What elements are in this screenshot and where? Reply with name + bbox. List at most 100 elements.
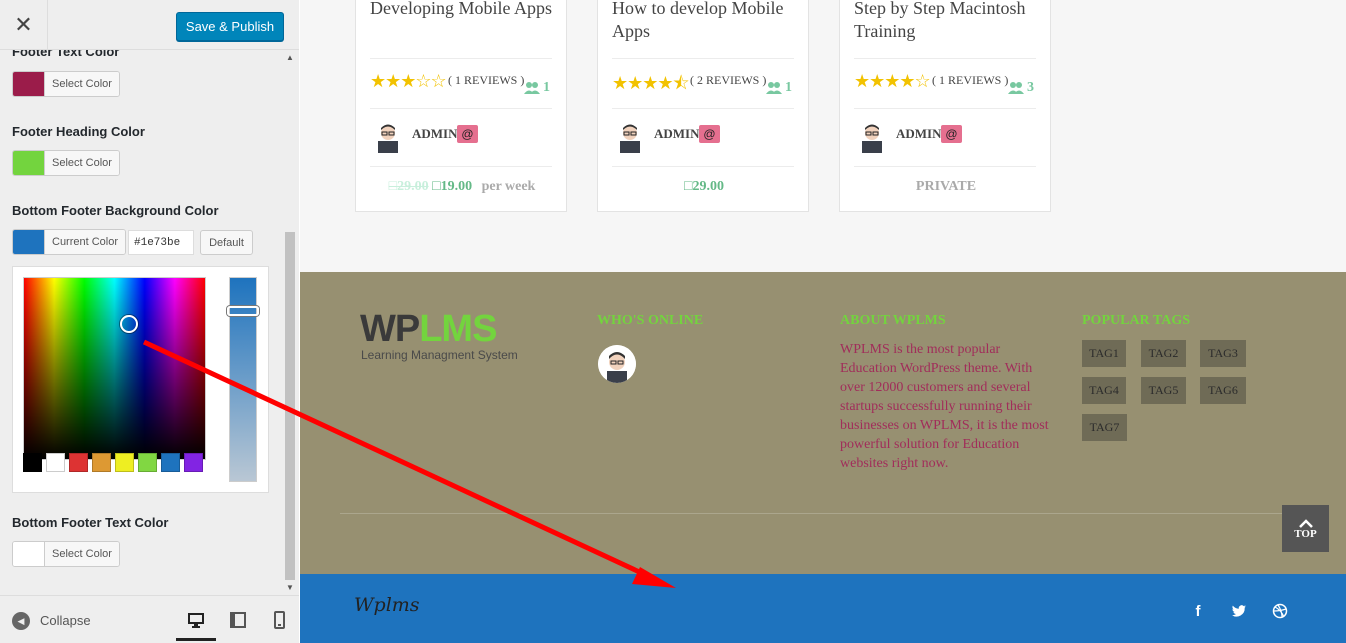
course-price: □29.00 (598, 179, 810, 195)
footer-divider (340, 513, 1306, 514)
default-color-button[interactable]: Default (200, 230, 253, 255)
mobile-icon[interactable] (270, 611, 288, 629)
hue-slider[interactable] (227, 277, 259, 482)
footer-logo[interactable]: WPLMS (360, 308, 497, 351)
tag-link[interactable]: TAG7 (1082, 414, 1127, 441)
course-price: PRIVATE (840, 179, 1052, 195)
divider (370, 166, 552, 167)
site-preview: Developing Mobile Apps ★★★☆☆ ( 1 REVIEWS… (300, 0, 1346, 643)
footer-heading-color-button[interactable]: Select Color (12, 150, 120, 176)
author-badge-icon: @ (457, 125, 478, 143)
palette-swatch-green[interactable] (138, 453, 157, 472)
tag-link[interactable]: TAG1 (1082, 340, 1126, 367)
author-name[interactable]: ADMIN (896, 126, 942, 142)
facebook-icon[interactable]: f (1190, 603, 1206, 620)
customizer-header: ✕ Save & Publish (0, 0, 299, 50)
users-icon (524, 82, 540, 94)
bottom-footer-text-color-swatch (13, 542, 44, 566)
color-picker (12, 266, 269, 493)
original-price: 29.00 (397, 179, 429, 194)
bottom-footer-text-color-label: Bottom Footer Text Color (12, 515, 169, 530)
author-name[interactable]: ADMIN (412, 126, 458, 142)
author-badge-icon: @ (699, 125, 720, 143)
author-avatar[interactable] (374, 121, 402, 153)
palette-swatch-purple[interactable] (184, 453, 203, 472)
divider (370, 58, 552, 59)
twitter-icon[interactable] (1231, 603, 1247, 619)
tag-link[interactable]: TAG3 (1200, 340, 1246, 367)
author-avatar[interactable] (858, 121, 886, 153)
saturation-handle[interactable] (120, 315, 138, 333)
palette-swatch-orange[interactable] (92, 453, 111, 472)
bottom-footer-bg-color-label: Bottom Footer Background Color (12, 203, 219, 218)
course-card[interactable]: Developing Mobile Apps ★★★☆☆ ( 1 REVIEWS… (355, 0, 567, 212)
course-card[interactable]: How to develop Mobile Apps ★★★★⯪ ( 2 REV… (597, 0, 809, 212)
tag-link[interactable]: TAG5 (1141, 377, 1186, 404)
tag-link[interactable]: TAG4 (1082, 377, 1126, 404)
scroll-down-icon[interactable]: ▼ (286, 583, 294, 592)
footer-heading-color-label: Footer Heading Color (12, 124, 145, 139)
sidebar-scrollbar[interactable]: ▲ ▼ (283, 50, 299, 595)
hex-color-input[interactable] (128, 230, 194, 255)
bottom-footer-bg-color-swatch (13, 230, 44, 254)
course-title[interactable]: Developing Mobile Apps (370, 0, 560, 20)
tag-link[interactable]: TAG2 (1141, 340, 1186, 367)
scrollbar-thumb[interactable] (285, 232, 295, 580)
collapse-label[interactable]: Collapse (40, 613, 91, 628)
students-number: 1 (785, 80, 792, 95)
whos-online-title: WHO'S ONLINE (597, 313, 704, 328)
logo-lms-text: LMS (419, 308, 497, 350)
sale-price: 19.00 (440, 179, 473, 194)
dribbble-icon[interactable] (1272, 603, 1288, 619)
close-customizer-button[interactable]: ✕ (0, 0, 48, 50)
select-color-label: Select Color (44, 151, 119, 175)
popular-tags-title: POPULAR TAGS (1082, 313, 1190, 328)
divider (854, 58, 1036, 59)
author-avatar[interactable] (616, 121, 644, 153)
users-icon (766, 82, 782, 94)
bottom-footer: Wplms f (300, 574, 1346, 643)
price-period: per week (481, 179, 536, 194)
course-title[interactable]: Step by Step Macintosh Training (854, 0, 1044, 43)
course-card[interactable]: Step by Step Macintosh Training ★★★★☆ ( … (839, 0, 1051, 212)
chevron-up-icon (1298, 518, 1313, 528)
footer-text-color-button[interactable]: Select Color (12, 71, 120, 97)
palette-swatch-white[interactable] (46, 453, 65, 472)
palette-swatch-black[interactable] (23, 453, 42, 472)
course-title[interactable]: How to develop Mobile Apps (612, 0, 802, 43)
select-color-label: Select Color (44, 72, 119, 96)
scroll-up-icon[interactable]: ▲ (286, 53, 294, 62)
collapse-icon[interactable]: ◀ (12, 612, 30, 630)
select-color-label: Select Color (44, 542, 119, 566)
saturation-area[interactable] (23, 277, 206, 460)
bottom-footer-logo[interactable]: Wplms (354, 594, 420, 616)
palette-swatch-blue[interactable] (161, 453, 180, 472)
students-count: 1 (524, 80, 550, 96)
footer-text-color-label: Footer Text Color (12, 50, 120, 59)
back-to-top-button[interactable]: TOP (1282, 505, 1329, 552)
top-label: TOP (1294, 527, 1317, 540)
palette-swatch-red[interactable] (69, 453, 88, 472)
bottom-footer-text-color-button[interactable]: Select Color (12, 541, 120, 567)
bottom-footer-bg-color-button[interactable]: Current Color (12, 229, 127, 255)
rating-stars: ★★★★☆ (854, 71, 931, 91)
divider (370, 108, 552, 109)
save-publish-button[interactable]: Save & Publish (176, 12, 284, 41)
divider (854, 108, 1036, 109)
students-count: 3 (1008, 80, 1034, 96)
online-user-avatar[interactable] (598, 345, 636, 383)
site-footer: WPLMS Learning Managment System WHO'S ON… (300, 272, 1346, 574)
author-name[interactable]: ADMIN (654, 126, 700, 142)
reviews-count: ( 1 REVIEWS ) (448, 73, 525, 87)
currency-glyph: □ (432, 179, 441, 194)
students-number: 1 (543, 80, 550, 95)
users-icon (1008, 82, 1024, 94)
desktop-icon[interactable] (187, 611, 205, 629)
tablet-icon[interactable] (229, 611, 247, 629)
divider (612, 108, 794, 109)
hue-slider-handle[interactable] (227, 306, 259, 316)
palette-swatch-yellow[interactable] (115, 453, 134, 472)
tag-link[interactable]: TAG6 (1200, 377, 1246, 404)
students-number: 3 (1027, 80, 1034, 95)
about-title: ABOUT WPLMS (840, 313, 946, 328)
